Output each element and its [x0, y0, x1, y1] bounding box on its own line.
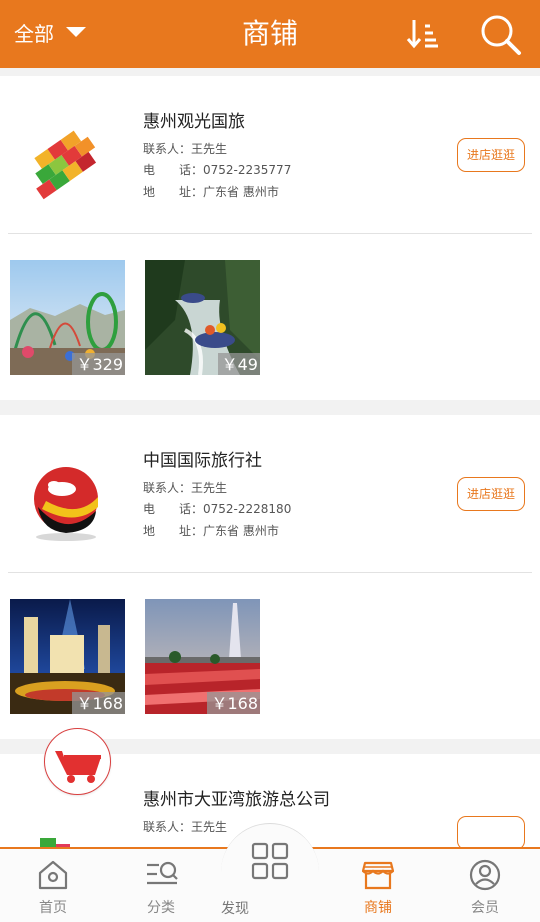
product-row: ￥329 ￥49: [0, 234, 540, 400]
product-thumbnail[interactable]: ￥168: [10, 599, 125, 714]
phone-row: 电 话：0752-2228180: [143, 501, 291, 517]
tab-shops[interactable]: 商铺: [325, 849, 431, 922]
shops-page: 全部 商铺 惠州观光国旅 联系人：王先生 电 话：0752-2235777 地 …: [0, 0, 540, 922]
shop-info: 中国国际旅行社 联系人：王先生 电 话：0752-2228180 地 址：广东省…: [0, 415, 540, 573]
contact-value: 王先生: [191, 481, 228, 495]
visit-store-button[interactable]: 进店逛逛: [457, 138, 525, 172]
address-label: 地 址：: [143, 524, 204, 538]
home-icon: [38, 860, 68, 890]
product-thumbnail[interactable]: ￥168: [145, 599, 260, 714]
shop-name: 惠州观光国旅: [143, 112, 245, 132]
search-icon: [481, 15, 521, 55]
shop-card[interactable]: 中国国际旅行社 联系人：王先生 电 话：0752-2228180 地 址：广东省…: [0, 415, 540, 739]
contact-label: 联系人：: [143, 142, 192, 156]
address-row: 地 址：广东省 惠州市: [143, 523, 279, 539]
visit-store-button[interactable]: 进店逛逛: [457, 477, 525, 511]
filter-label: 全部: [14, 22, 54, 46]
shop-logo: [34, 467, 98, 541]
contact-row: 联系人：王先生: [143, 480, 227, 496]
user-icon: [469, 859, 501, 891]
category-search-icon: [147, 861, 178, 885]
shopping-cart-icon: [55, 751, 101, 783]
phone-label: 电 话：: [143, 502, 204, 516]
tab-label: 商铺: [364, 900, 392, 916]
top-bar: 全部 商铺: [0, 0, 540, 68]
tab-member[interactable]: 会员: [432, 849, 538, 922]
tab-label: 会员: [471, 900, 499, 916]
shop-name: 中国国际旅行社: [143, 451, 262, 471]
tab-home[interactable]: 首页: [0, 849, 106, 922]
store-icon: [362, 861, 394, 890]
shop-logo: [34, 130, 97, 200]
product-row: ￥168 ￥168: [0, 573, 540, 739]
address-row: 地 址：广东省 惠州市: [143, 184, 279, 200]
address-value: 广东省 惠州市: [203, 185, 279, 199]
search-button[interactable]: [478, 12, 524, 58]
phone-label: 电 话：: [143, 163, 204, 177]
tab-category[interactable]: 分类: [108, 849, 214, 922]
visit-store-button[interactable]: [457, 816, 525, 850]
phone-row: 电 话：0752-2235777: [143, 162, 291, 178]
floating-cart-button[interactable]: [44, 728, 111, 795]
tab-label: 分类: [147, 900, 175, 916]
shop-card[interactable]: 惠州观光国旅 联系人：王先生 电 话：0752-2235777 地 址：广东省 …: [0, 76, 540, 400]
product-price: ￥49: [217, 353, 260, 375]
product-price: ￥168: [207, 692, 260, 714]
shop-name: 惠州市大亚湾旅游总公司: [143, 790, 330, 810]
contact-row: 联系人：王先生: [143, 141, 227, 157]
address-value: 广东省 惠州市: [203, 524, 279, 538]
address-label: 地 址：: [143, 185, 204, 199]
shop-info: 惠州观光国旅 联系人：王先生 电 话：0752-2235777 地 址：广东省 …: [0, 76, 540, 234]
shop-logo: [40, 838, 70, 850]
tab-label: 发现: [221, 901, 249, 917]
tab-label: 首页: [39, 900, 67, 916]
sort-button[interactable]: [404, 16, 442, 52]
contact-label: 联系人：: [143, 820, 192, 834]
phone-value: 0752-2235777: [203, 163, 292, 177]
sort-descending-icon: [406, 20, 438, 49]
product-thumbnail[interactable]: ￥329: [10, 260, 125, 375]
contact-label: 联系人：: [143, 481, 192, 495]
category-filter-dropdown[interactable]: 全部: [14, 20, 86, 48]
product-price: ￥329: [72, 353, 125, 375]
grid-icon: [251, 842, 289, 880]
phone-value: 0752-2228180: [203, 502, 292, 516]
product-thumbnail[interactable]: ￥49: [145, 260, 260, 375]
contact-value: 王先生: [191, 142, 228, 156]
caret-down-icon: [66, 27, 86, 37]
contact-row: 联系人：王先生: [143, 819, 227, 835]
tab-discover[interactable]: 发现: [221, 823, 319, 922]
contact-value: 王先生: [191, 820, 228, 834]
product-price: ￥168: [72, 692, 125, 714]
